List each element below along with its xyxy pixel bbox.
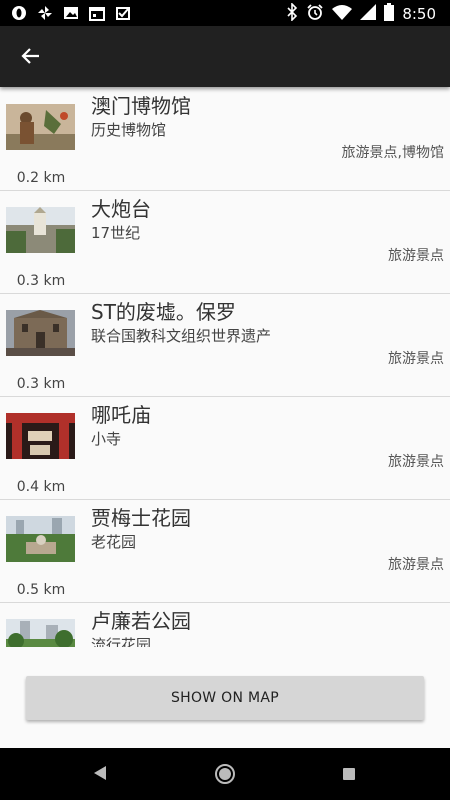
place-subtitle: 老花园 <box>91 533 137 551</box>
places-list: 澳门博物馆 历史博物馆 旅游景点,博物馆 0.2 km 大炮台 17世纪 旅游景… <box>0 87 450 647</box>
list-item[interactable]: 卢廉若公园 流行花园 <box>0 602 450 647</box>
status-bar: 8:50 <box>0 0 450 26</box>
wifi-icon <box>332 4 353 24</box>
place-thumbnail <box>6 619 75 647</box>
place-thumbnail <box>6 310 75 356</box>
place-subtitle: 历史博物馆 <box>91 121 167 139</box>
battery-icon <box>384 3 395 25</box>
place-subtitle: 17世纪 <box>91 224 141 242</box>
show-on-map-button[interactable]: SHOW ON MAP <box>26 676 424 720</box>
place-category: 旅游景点 <box>388 248 444 264</box>
place-category: 旅游景点 <box>388 454 444 470</box>
place-title: 大炮台 <box>91 197 151 221</box>
list-item[interactable]: 哪吒庙 小寺 旅游景点 0.4 km <box>0 396 450 500</box>
place-category: 旅游景点 <box>388 557 444 573</box>
place-thumbnail <box>6 516 75 562</box>
place-subtitle: 小寺 <box>91 430 122 448</box>
place-thumbnail <box>6 207 75 253</box>
arrow-back-icon[interactable] <box>14 39 48 73</box>
app-bar <box>0 26 450 87</box>
list-item[interactable]: 澳门博物馆 历史博物馆 旅游景点,博物馆 0.2 km <box>0 87 450 191</box>
place-title: 贾梅士花园 <box>91 506 191 530</box>
list-item[interactable]: 大炮台 17世纪 旅游景点 0.3 km <box>0 190 450 294</box>
system-icons: 8:50 <box>286 2 436 25</box>
opera-icon <box>10 4 28 22</box>
list-item[interactable]: 贾梅士花园 老花园 旅游景点 0.5 km <box>0 499 450 603</box>
bottom-action-area: SHOW ON MAP <box>0 647 450 748</box>
navigation-bar <box>0 748 450 800</box>
calendar-icon <box>88 4 106 22</box>
place-thumbnail <box>6 413 75 459</box>
place-distance: 0.5 km <box>16 582 66 598</box>
place-distance: 0.3 km <box>16 376 66 392</box>
place-distance: 0.2 km <box>16 170 66 186</box>
nav-back-icon[interactable] <box>93 765 107 785</box>
place-title: 哪吒庙 <box>91 403 151 427</box>
notification-icons <box>10 4 132 22</box>
place-thumbnail <box>6 104 75 150</box>
place-category: 旅游景点 <box>388 351 444 367</box>
place-title: ST的废墟。保罗 <box>91 300 236 324</box>
bluetooth-icon <box>286 2 298 25</box>
list-item[interactable]: ST的废墟。保罗 联合国教科文组织世界遗产 旅游景点 0.3 km <box>0 293 450 397</box>
place-distance: 0.3 km <box>16 273 66 289</box>
check-icon <box>114 4 132 22</box>
status-time: 8:50 <box>402 5 436 23</box>
place-title: 澳门博物馆 <box>91 94 191 118</box>
place-title: 卢廉若公园 <box>91 609 191 633</box>
pinwheel-icon <box>36 4 54 22</box>
image-icon <box>62 4 80 22</box>
place-category: 旅游景点,博物馆 <box>341 145 444 161</box>
alarm-icon <box>306 3 324 25</box>
place-subtitle: 流行花园 <box>91 636 152 647</box>
nav-recents-icon[interactable] <box>343 768 355 780</box>
signal-icon <box>360 4 377 24</box>
nav-home-icon[interactable] <box>215 764 235 784</box>
place-distance: 0.4 km <box>16 479 66 495</box>
place-subtitle: 联合国教科文组织世界遗产 <box>91 327 272 345</box>
